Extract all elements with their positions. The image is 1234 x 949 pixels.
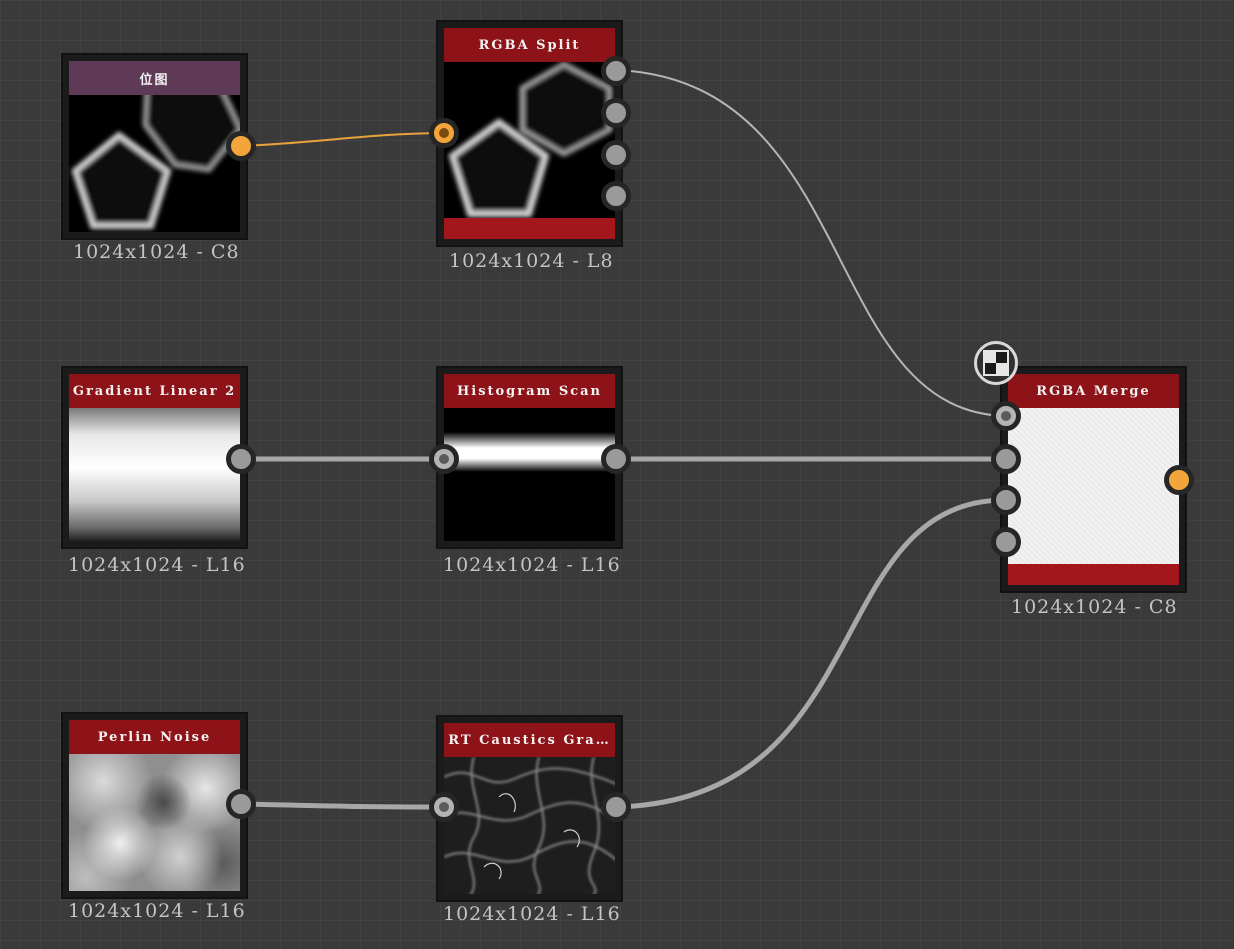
node-title: RGBA Merge: [1008, 374, 1179, 408]
shapes-preview: [448, 62, 613, 217]
caustics-preview: [444, 757, 615, 894]
merge-input-b-port[interactable]: [991, 485, 1021, 515]
node-perlin-noise[interactable]: Perlin Noise: [61, 712, 248, 899]
node-footer-bar: [444, 218, 615, 239]
node-preview: [444, 408, 615, 541]
split-output-r-port[interactable]: [601, 56, 631, 86]
node-bitmap[interactable]: 位图: [61, 53, 248, 240]
node-resolution-label: 1024x1024 - L16: [443, 903, 621, 925]
split-input-port[interactable]: [429, 118, 459, 148]
node-title: Perlin Noise: [69, 720, 240, 754]
merge-input-r-port[interactable]: [991, 401, 1021, 431]
wire-perlin-to-caustics[interactable]: [240, 801, 445, 810]
bitmap-output-port[interactable]: [226, 131, 256, 161]
node-resolution-label: 1024x1024 - L16: [443, 554, 621, 576]
shapes-preview: [71, 95, 240, 229]
split-output-a-port[interactable]: [601, 181, 631, 211]
wire-bitmap-to-split[interactable]: [240, 132, 445, 147]
node-rt-caustics[interactable]: RT Caustics Gra…: [436, 715, 623, 902]
node-resolution-label: 1024x1024 - L16: [68, 554, 246, 576]
histogram-input-port[interactable]: [429, 444, 459, 474]
node-title: Gradient Linear 2: [69, 374, 240, 408]
node-title: Histogram Scan: [444, 374, 615, 408]
node-preview: [69, 95, 240, 232]
node-footer-bar: [1008, 564, 1179, 585]
merge-input-g-port[interactable]: [991, 444, 1021, 474]
node-resolution-label: 1024x1024 - C8: [1011, 596, 1178, 618]
node-preview: [1008, 408, 1179, 564]
wire-split-to-merge[interactable]: [615, 69, 1007, 417]
node-title: RGBA Split: [444, 28, 615, 62]
node-title: 位图: [69, 61, 240, 95]
node-preview: [444, 757, 615, 894]
wire-caustics-to-merge[interactable]: [615, 497, 1007, 810]
node-preview: [69, 754, 240, 891]
merge-input-a-port[interactable]: [991, 527, 1021, 557]
node-preview: [444, 62, 615, 218]
node-rgba-split[interactable]: RGBA Split: [436, 20, 623, 247]
output-checker-badge[interactable]: [974, 341, 1018, 385]
node-title: RT Caustics Gra…: [444, 723, 615, 757]
split-output-b-port[interactable]: [601, 140, 631, 170]
node-resolution-label: 1024x1024 - L16: [68, 900, 246, 922]
histogram-output-port[interactable]: [601, 444, 631, 474]
caustics-output-port[interactable]: [601, 792, 631, 822]
merge-output-port[interactable]: [1164, 465, 1194, 495]
node-gradient-linear[interactable]: Gradient Linear 2: [61, 366, 248, 549]
caustics-input-port[interactable]: [429, 792, 459, 822]
perlin-output-port[interactable]: [226, 789, 256, 819]
node-resolution-label: 1024x1024 - L8: [449, 250, 614, 272]
node-histogram-scan[interactable]: Histogram Scan: [436, 366, 623, 549]
node-preview: [69, 408, 240, 541]
gradient-output-port[interactable]: [226, 444, 256, 474]
split-output-g-port[interactable]: [601, 98, 631, 128]
checker-icon: [983, 350, 1009, 376]
node-resolution-label: 1024x1024 - C8: [73, 241, 240, 263]
node-rgba-merge[interactable]: RGBA Merge: [1000, 366, 1187, 593]
